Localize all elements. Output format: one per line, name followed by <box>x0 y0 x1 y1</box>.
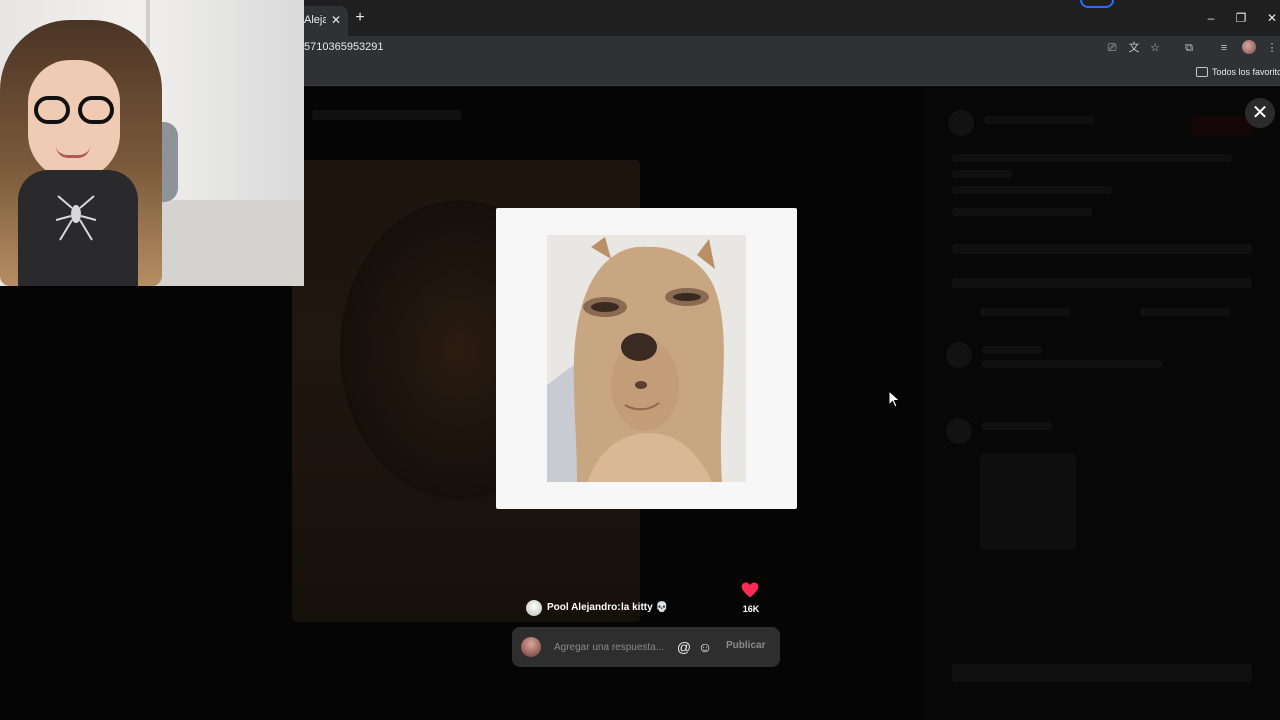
webcam-overlay <box>0 0 304 286</box>
cast-icon[interactable]: ⎚ <box>1104 40 1120 56</box>
commenter-avatar[interactable] <box>526 600 542 616</box>
dog-illustration <box>547 235 746 482</box>
streamer-glasses <box>34 96 116 126</box>
background-description-line <box>952 170 1012 178</box>
background-link-row <box>952 278 1252 288</box>
minimize-button[interactable]: – <box>1201 9 1221 27</box>
background-follow-button <box>1192 116 1252 136</box>
profile-badge-icon <box>1080 0 1114 8</box>
emoji-icon[interactable]: ☺ <box>697 638 713 656</box>
at-icon[interactable]: @ <box>676 638 692 656</box>
background-comment-line <box>982 422 1052 430</box>
webcam-floor <box>150 200 304 286</box>
reply-input[interactable] <box>554 638 668 656</box>
address-bar-url[interactable]: 5710365953291 <box>304 41 384 53</box>
extensions-icon[interactable]: ⧉ <box>1181 40 1197 56</box>
screen: Alejandro ✕ + – ❐ ✕ 5710365953291 ⎚ 文 ☆ … <box>0 0 1280 720</box>
background-tab <box>980 308 1070 316</box>
profile-avatar-icon[interactable] <box>1242 40 1256 54</box>
translate-icon[interactable]: 文 <box>1126 40 1142 56</box>
reply-bar: @ ☺ Publicar <box>512 627 780 667</box>
background-sticker-thumb <box>980 454 1076 550</box>
tab-close-icon[interactable]: ✕ <box>328 12 344 28</box>
folder-icon <box>1196 67 1208 77</box>
all-bookmarks-label[interactable]: Todos los favoritos <box>1212 67 1280 77</box>
background-comment-line <box>982 346 1042 354</box>
comment-text: la kitty 💀 <box>621 602 668 613</box>
background-author-line <box>984 116 1094 124</box>
background-comment-avatar <box>946 418 972 444</box>
comments-panel-dimmed <box>922 86 1280 720</box>
mouse-cursor-icon <box>888 390 901 408</box>
glasses-left-lens <box>34 96 70 124</box>
bookmark-star-icon[interactable]: ☆ <box>1147 40 1163 56</box>
close-icon[interactable]: ✕ <box>1245 98 1275 128</box>
background-description-line <box>952 154 1232 162</box>
my-avatar <box>521 637 541 657</box>
like-count: 16K <box>742 604 760 614</box>
comment-author[interactable]: Pool Alejandro: <box>547 602 621 613</box>
background-tab <box>1140 308 1230 316</box>
background-comment-line <box>982 360 1162 368</box>
window-close-button[interactable]: ✕ <box>1262 9 1280 27</box>
publish-button[interactable]: Publicar <box>726 640 765 651</box>
glasses-right-lens <box>78 96 114 124</box>
background-comment-input <box>952 664 1252 682</box>
more-menu-icon[interactable]: ⋮ <box>1264 40 1280 56</box>
sticker-modal <box>496 208 797 509</box>
background-header-text <box>312 110 462 120</box>
background-comment-avatar <box>946 342 972 368</box>
spider-logo-icon <box>56 195 96 241</box>
background-actions-row <box>952 244 1252 254</box>
background-avatar <box>948 110 974 136</box>
media-controls-icon[interactable]: ≡ <box>1216 40 1232 56</box>
restore-button[interactable]: ❐ <box>1231 9 1251 27</box>
background-description-line <box>952 186 1112 194</box>
tab-title: Alejandro <box>304 14 326 26</box>
dog-sticker-image <box>547 235 746 482</box>
new-tab-button[interactable]: + <box>352 10 368 26</box>
heart-icon[interactable] <box>740 580 760 600</box>
background-description-line <box>952 208 1092 216</box>
